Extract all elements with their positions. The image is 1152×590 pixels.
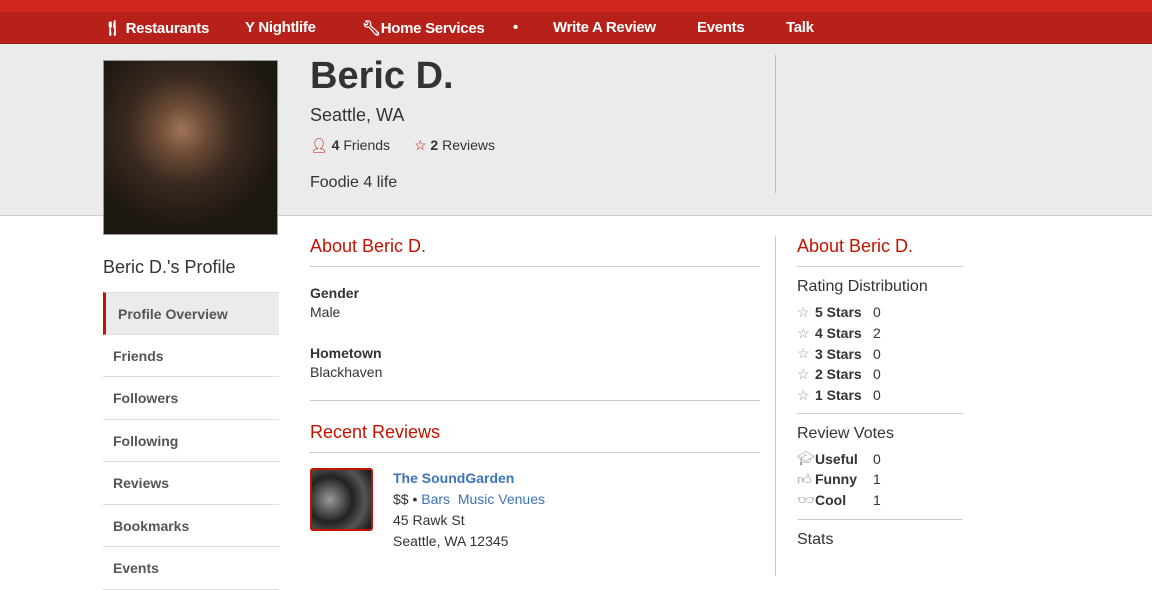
sidebar-item-friends[interactable]: Friends (103, 335, 279, 377)
vote-label: Useful (815, 450, 858, 467)
nav-talk[interactable]: Talk (786, 19, 814, 36)
sidebar-item-events[interactable]: Events (103, 547, 279, 590)
rating-count: 0 (873, 345, 881, 362)
rating-row: ☆ 2 Stars 0 (797, 364, 963, 385)
address-line: 45 Rawk St (393, 512, 465, 528)
divider (797, 413, 963, 415)
nav-events[interactable]: Events (697, 19, 745, 36)
divider (310, 266, 760, 267)
business-info: The SoundGarden $$ • Bars Music Venues 4… (393, 468, 545, 552)
nav-dot: • (513, 19, 518, 36)
user-location: Seattle, WA (310, 105, 405, 125)
vote-count: 0 (873, 450, 881, 467)
about-title: About Beric D. (310, 236, 427, 256)
rating-row: ☆ 4 Stars 2 (797, 323, 963, 344)
rating-row: ☆ 5 Stars 0 (797, 302, 963, 323)
rating-label: 4 Stars (815, 325, 862, 342)
star-icon: ☆ (797, 345, 810, 362)
nav-nightlife[interactable]: Y Nightlife (245, 19, 316, 36)
sidebar-item-bookmarks[interactable]: Bookmarks (103, 505, 279, 547)
vote-row: 👍︎ Funny 1 (797, 469, 963, 490)
star-icon: ☆ (797, 365, 810, 382)
reviews-label: Reviews (442, 137, 495, 153)
vote-count: 1 (873, 492, 881, 509)
star-icon: ☆ (797, 386, 810, 403)
stats-title: Stats (797, 530, 834, 548)
recent-reviews-title: Recent Reviews (310, 422, 441, 442)
divider (775, 236, 776, 576)
price: $$ (393, 491, 409, 507)
review-votes-title: Review Votes (797, 425, 894, 443)
sidebar-item-followers[interactable]: Followers (103, 377, 279, 420)
vote-label: Cool (815, 492, 847, 509)
wrench-icon: 🔧︎ (362, 19, 381, 37)
sidebar-item-following[interactable]: Following (103, 420, 279, 462)
gender-label: Gender (310, 285, 360, 301)
hometown-value: Blackhaven (310, 364, 383, 380)
sidebar-item-reviews[interactable]: Reviews (103, 462, 279, 505)
profile-photo[interactable] (103, 60, 278, 235)
rating-row: ☆ 3 Stars 0 (797, 343, 963, 364)
sunglasses-icon: 👓︎ (797, 491, 815, 508)
divider (797, 518, 963, 520)
rating-label: 5 Stars (815, 304, 862, 321)
category-link[interactable]: Music Venues (458, 491, 545, 507)
user-bio: Foodie 4 life (310, 174, 398, 191)
user-name: Beric D. (310, 55, 454, 97)
fork-knife-icon: 🍴︎ (103, 19, 122, 37)
divider (310, 400, 760, 401)
graduation-cap-icon: 🎓︎ (797, 450, 815, 467)
vote-row: 👓︎ Cool 1 (797, 490, 963, 511)
review-item: The SoundGarden $$ • Bars Music Venues 4… (310, 468, 760, 552)
friend-icon: 👤︎ (310, 137, 328, 153)
star-icon: ☆ (797, 303, 810, 320)
rating-count: 0 (873, 387, 881, 404)
right-about-title: About Beric D. (797, 236, 914, 256)
right-sidebar: About Beric D. Rating Distribution ☆ 5 St… (797, 236, 963, 549)
nav-restaurants[interactable]: 🍴︎ Restaurants (103, 19, 209, 37)
category-link[interactable]: Bars (421, 491, 450, 507)
friends-label: Friends (343, 137, 391, 153)
gender-value: Male (310, 304, 341, 320)
sidebar-title: Beric D.'s Profile (103, 257, 236, 277)
business-link[interactable]: The SoundGarden (393, 470, 514, 486)
nav-home-services[interactable]: 🔧︎Home Services (362, 19, 485, 37)
divider (775, 55, 776, 193)
star-icon: ☆ (413, 137, 427, 153)
main-content: About Beric D. Gender Male Hometown Blac… (310, 236, 760, 552)
rating-row: ☆ 1 Stars 0 (797, 385, 963, 406)
divider (797, 266, 963, 267)
vote-count: 1 (873, 471, 881, 488)
rating-label: 3 Stars (815, 345, 862, 362)
user-stats: 👤︎ 4 Friends ☆ 2 Reviews (310, 137, 495, 153)
sidebar-nav: Profile Overview Friends Followers Follo… (103, 292, 279, 590)
rating-count: 0 (873, 366, 881, 383)
rating-count: 2 (873, 325, 881, 342)
separator: • (412, 491, 418, 507)
sidebar-item-profile-overview[interactable]: Profile Overview (103, 292, 279, 335)
thumbs-up-icon: 👍︎ (797, 470, 812, 487)
vote-label: Funny (815, 471, 857, 488)
rating-distribution-title: Rating Distribution (797, 278, 928, 295)
rating-label: 1 Stars (815, 387, 862, 404)
business-photo[interactable] (310, 468, 373, 531)
divider (310, 452, 760, 453)
rating-label: 2 Stars (815, 366, 862, 383)
cocktail-icon: Y (245, 19, 255, 36)
hometown-label: Hometown (310, 345, 382, 361)
address-line: Seattle, WA 12345 (393, 533, 509, 549)
star-icon: ☆ (797, 324, 810, 341)
rating-count: 0 (873, 304, 881, 321)
nav-write-review[interactable]: Write A Review (553, 19, 656, 36)
vote-row: 🎓︎ Useful 0 (797, 448, 963, 469)
